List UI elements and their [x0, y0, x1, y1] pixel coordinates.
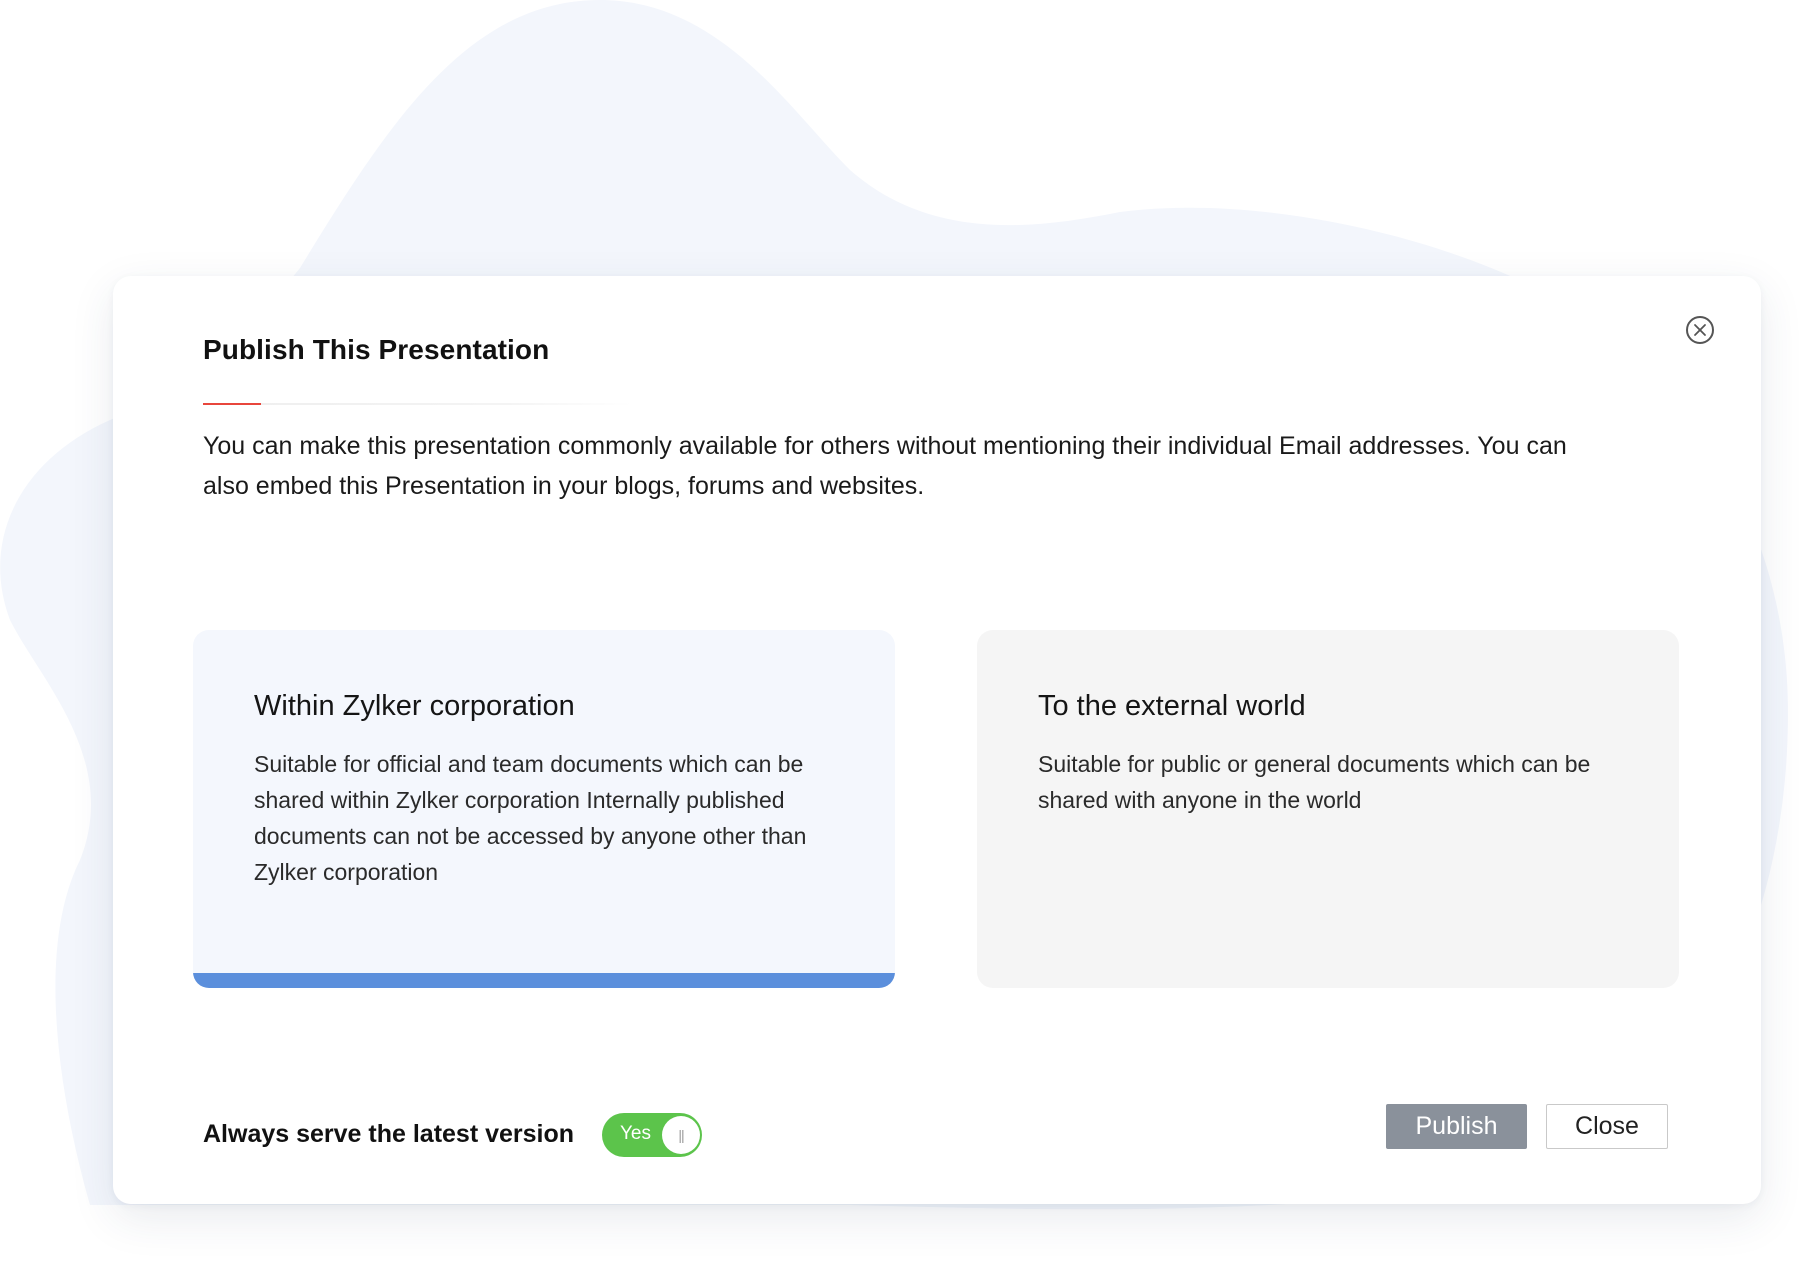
selected-indicator-bar — [193, 973, 895, 988]
close-icon[interactable] — [1686, 316, 1714, 344]
option-description: Suitable for official and team documents… — [254, 751, 807, 885]
option-external-world[interactable]: To the external world Suitable for publi… — [977, 630, 1679, 988]
latest-version-label: Always serve the latest version — [203, 1120, 575, 1148]
close-x-glyph — [1694, 324, 1706, 336]
option-title: To the external world — [1038, 690, 1306, 722]
screen: Publish This Presentation You can make t… — [0, 0, 1820, 1266]
option-title: Within Zylker corporation — [254, 690, 575, 722]
publish-button[interactable]: Publish — [1386, 1104, 1527, 1149]
option-description: Suitable for public or general documents… — [1038, 751, 1591, 813]
dialog-title: Publish This Presentation — [203, 334, 550, 365]
toggle-state-text: Yes — [620, 1123, 651, 1144]
option-within-organization[interactable]: Within Zylker corporation Suitable for o… — [193, 630, 895, 988]
publish-dialog: Publish This Presentation You can make t… — [113, 276, 1761, 1204]
close-button[interactable]: Close — [1546, 1104, 1668, 1149]
latest-version-toggle[interactable]: Yes || — [602, 1113, 702, 1157]
toggle-knob: || — [662, 1116, 700, 1154]
title-accent-underline — [203, 403, 261, 405]
title-divider — [203, 403, 633, 405]
dialog-description: You can make this presentation commonly … — [203, 432, 1567, 500]
grip-icon: || — [678, 1127, 684, 1143]
